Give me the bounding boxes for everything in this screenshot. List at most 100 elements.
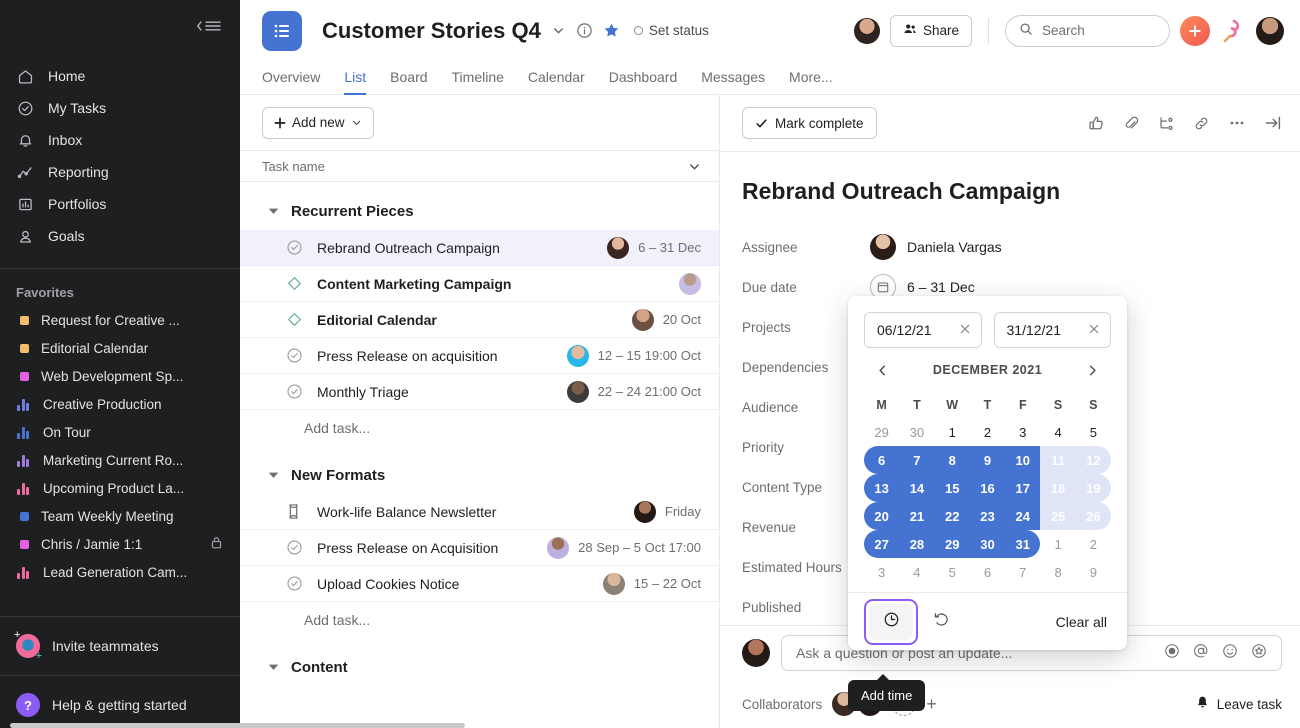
add-new-button[interactable]: Add new bbox=[262, 106, 374, 139]
calendar-day-cell[interactable]: 6 bbox=[970, 558, 1005, 586]
add-task-button[interactable]: Add task... bbox=[240, 602, 719, 638]
calendar-day-cell[interactable]: 3 bbox=[1005, 418, 1040, 446]
calendar-day-cell[interactable]: 26 bbox=[1075, 502, 1111, 530]
table-row[interactable]: Content Marketing Campaign bbox=[240, 266, 719, 303]
mark-complete-button[interactable]: Mark complete bbox=[742, 107, 877, 140]
calendar-day-cell[interactable]: 23 bbox=[969, 502, 1006, 530]
table-row[interactable]: Press Release on Acquisition 28 Sep – 5 … bbox=[240, 530, 719, 567]
group-header-new-formats[interactable]: New Formats bbox=[240, 446, 719, 494]
calendar-day-cell[interactable]: 20 bbox=[864, 502, 900, 530]
avatar[interactable] bbox=[633, 500, 656, 523]
avatar[interactable] bbox=[566, 344, 589, 367]
avatar[interactable] bbox=[602, 572, 625, 595]
calendar-day-cell[interactable]: 16 bbox=[969, 474, 1006, 502]
quick-add-button[interactable] bbox=[1180, 15, 1210, 46]
table-row[interactable]: Work-life Balance Newsletter Friday bbox=[240, 494, 719, 531]
task-due-date[interactable]: 28 Sep – 5 Oct 17:00 bbox=[578, 540, 701, 555]
favorite-item[interactable]: On Tour bbox=[0, 418, 240, 446]
favorite-item[interactable]: Creative Production bbox=[0, 390, 240, 418]
close-x-icon[interactable] bbox=[1088, 323, 1100, 337]
task-due-date[interactable]: 12 – 15 19:00 Oct bbox=[598, 348, 701, 363]
check-circle-icon[interactable] bbox=[286, 347, 304, 365]
sticker-icon[interactable] bbox=[1251, 643, 1267, 662]
whats-new-icon[interactable] bbox=[1220, 18, 1244, 44]
chevron-down-icon[interactable] bbox=[688, 160, 701, 173]
calendar-day-cell[interactable]: 15 bbox=[934, 474, 970, 502]
calendar-day-cell[interactable]: 1 bbox=[1040, 530, 1075, 558]
favorite-item[interactable]: Editorial Calendar bbox=[0, 334, 240, 362]
calendar-day-cell[interactable]: 6 bbox=[864, 446, 900, 474]
avatar[interactable] bbox=[1256, 16, 1284, 45]
tab-more[interactable]: More... bbox=[777, 69, 845, 94]
sidebar-item-portfolios[interactable]: Portfolios bbox=[0, 188, 240, 220]
tab-messages[interactable]: Messages bbox=[689, 69, 777, 94]
milestone-diamond-icon[interactable] bbox=[286, 275, 304, 293]
emoji-icon[interactable] bbox=[1222, 643, 1238, 662]
close-x-icon[interactable] bbox=[959, 323, 971, 337]
task-due-date[interactable]: 15 – 22 Oct bbox=[634, 576, 701, 591]
tab-dashboard[interactable]: Dashboard bbox=[597, 69, 690, 94]
horizontal-scrollbar[interactable] bbox=[10, 723, 465, 728]
calendar-day-cell[interactable]: 8 bbox=[1040, 558, 1075, 586]
calendar-day-cell[interactable]: 29 bbox=[864, 418, 899, 446]
calendar-day-cell[interactable]: 1 bbox=[935, 418, 970, 446]
help-button[interactable]: ? Help & getting started bbox=[0, 682, 240, 728]
leave-task-button[interactable]: Leave task bbox=[1195, 695, 1282, 713]
group-header-content[interactable]: Content bbox=[240, 638, 719, 686]
table-row[interactable]: Editorial Calendar 20 Oct bbox=[240, 302, 719, 339]
task-due-date[interactable]: Friday bbox=[665, 504, 701, 519]
invite-teammates-button[interactable]: Invite teammates bbox=[0, 623, 240, 669]
calendar-day-cell[interactable]: 3 bbox=[864, 558, 899, 586]
calendar-day-cell[interactable]: 19 bbox=[1075, 474, 1111, 502]
calendar-day-cell[interactable]: 7 bbox=[1005, 558, 1040, 586]
table-row[interactable]: Monthly Triage 22 – 24 21:00 Oct bbox=[240, 374, 719, 411]
table-row[interactable]: Press Release on acquisition 12 – 15 19:… bbox=[240, 338, 719, 375]
info-circle-icon[interactable] bbox=[576, 22, 593, 39]
avatar[interactable] bbox=[607, 236, 630, 259]
table-row[interactable]: Upload Cookies Notice 15 – 22 Oct bbox=[240, 566, 719, 603]
calendar-day-cell[interactable]: 24 bbox=[1005, 502, 1041, 530]
check-circle-icon[interactable] bbox=[286, 539, 304, 557]
set-status-button[interactable]: Set status bbox=[633, 23, 709, 38]
favorite-item[interactable]: Web Development Sp... bbox=[0, 362, 240, 390]
chevron-right-icon[interactable] bbox=[1080, 360, 1105, 381]
calendar-day-cell[interactable]: 18 bbox=[1040, 474, 1076, 502]
tab-list[interactable]: List bbox=[332, 69, 378, 96]
calendar-day-cell[interactable]: 12 bbox=[1075, 446, 1111, 474]
mention-icon[interactable] bbox=[1193, 643, 1209, 662]
caret-down-icon[interactable] bbox=[268, 466, 279, 484]
calendar-day-cell[interactable]: 13 bbox=[864, 474, 900, 502]
calendar-day-cell[interactable]: 21 bbox=[899, 502, 935, 530]
add-collaborator-button[interactable]: + bbox=[926, 694, 937, 715]
table-row[interactable]: Rebrand Outreach Campaign 6 – 31 Dec bbox=[240, 230, 719, 267]
calendar-day-cell[interactable]: 27 bbox=[864, 530, 900, 558]
search-input[interactable]: Search bbox=[1005, 14, 1170, 47]
calendar-day-cell[interactable]: 22 bbox=[934, 502, 970, 530]
collapse-right-icon[interactable] bbox=[1264, 114, 1282, 132]
subtask-icon[interactable] bbox=[1158, 115, 1175, 132]
avatar[interactable] bbox=[566, 380, 589, 403]
add-task-button[interactable]: Add task... bbox=[240, 410, 719, 446]
avatar[interactable] bbox=[853, 17, 880, 44]
calendar-day-cell[interactable]: 8 bbox=[934, 446, 970, 474]
favorite-item[interactable]: Lead Generation Cam... bbox=[0, 558, 240, 586]
tab-calendar[interactable]: Calendar bbox=[516, 69, 597, 94]
tab-overview[interactable]: Overview bbox=[262, 69, 332, 94]
sidebar-item-goals[interactable]: Goals bbox=[0, 220, 240, 252]
calendar-day-cell[interactable]: 2 bbox=[1076, 530, 1111, 558]
milestone-diamond-icon[interactable] bbox=[286, 311, 304, 329]
avatar[interactable] bbox=[547, 536, 570, 559]
thumbs-up-icon[interactable] bbox=[1088, 115, 1105, 132]
caret-down-icon[interactable] bbox=[268, 202, 279, 220]
calendar-day-cell[interactable]: 30 bbox=[969, 530, 1006, 558]
calendar-day-cell[interactable]: 2 bbox=[970, 418, 1005, 446]
check-circle-icon[interactable] bbox=[286, 575, 304, 593]
favorite-item[interactable]: Upcoming Product La... bbox=[0, 474, 240, 502]
calendar-day-cell[interactable]: 17 bbox=[1005, 474, 1041, 502]
task-list-scroll[interactable]: Recurrent Pieces Rebrand Outreach Campai… bbox=[240, 182, 719, 728]
more-horizontal-icon[interactable] bbox=[1228, 114, 1246, 132]
add-time-button[interactable] bbox=[869, 603, 913, 640]
sidebar-item-reporting[interactable]: Reporting bbox=[0, 156, 240, 188]
check-circle-icon[interactable] bbox=[286, 239, 304, 257]
sidebar-item-home[interactable]: Home bbox=[0, 60, 240, 92]
